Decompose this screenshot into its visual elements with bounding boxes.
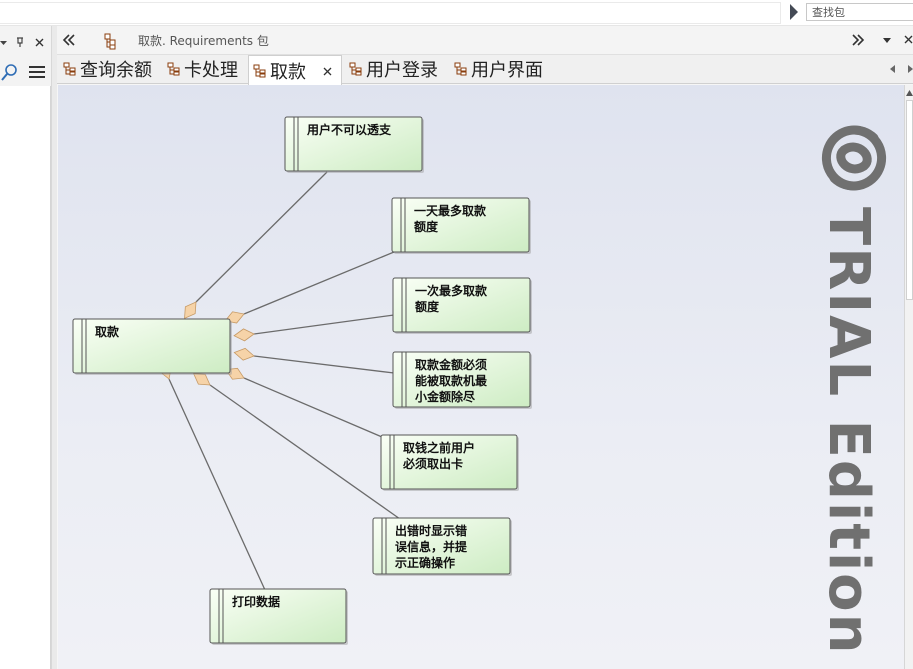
element-label-line: 取钱之前用户: [403, 440, 475, 455]
tab-scroll-left-icon[interactable]: [890, 65, 895, 73]
aggregation-diamond: [233, 347, 255, 361]
requirement-element-r5[interactable]: 取钱之前用户必须取出卡: [380, 434, 519, 491]
diagram-canvas[interactable]: 取款 用户不可以透支 一天最多取款 额度 一次最多取款 额度 取款金额必须 能被取款机最 小金额…: [58, 85, 904, 669]
requirements-diagram-icon: [253, 64, 266, 77]
aggregation-connector[interactable]: [253, 355, 395, 374]
left-panel-tools: [0, 60, 51, 86]
aggregation-connector[interactable]: [209, 384, 401, 520]
element-label-line: 小金额除尽: [415, 389, 476, 404]
element-label-line: 必须取出卡: [402, 456, 463, 471]
element-label-line: 能被取款机最: [415, 373, 488, 388]
diagram-tab-bar: 查询余额 卡处理 取款 用户登录 用户界面: [57, 55, 913, 85]
aggregation-diamond: [192, 373, 211, 386]
requirements-diagram-icon: [349, 62, 362, 76]
trial-edition-watermark: TRIAL Edition: [816, 207, 881, 656]
tab-user-login[interactable]: 用户登录: [345, 55, 445, 83]
double-chevron-left-icon[interactable]: [62, 34, 75, 46]
double-chevron-right-icon[interactable]: [852, 34, 865, 46]
requirement-element-r4[interactable]: 取款金额必须能被取款机最小金额除尽: [392, 351, 532, 409]
scrollbar-thumb[interactable]: [906, 100, 913, 300]
trial-watermark: TRIAL Edition: [816, 125, 887, 656]
expand-arrow-icon[interactable]: [790, 4, 798, 20]
pin-icon[interactable]: [17, 37, 23, 47]
requirement-element-r2[interactable]: 一天最多取款额度: [391, 197, 531, 254]
tab-label: 用户登录: [366, 60, 438, 81]
dropdown-icon[interactable]: [883, 38, 891, 43]
element-label-line: 打印数据: [232, 594, 280, 609]
requirement-element-withdraw[interactable]: 取款: [72, 318, 232, 375]
path-bar: 取款. Requirements 包: [57, 26, 913, 55]
dropdown-icon[interactable]: [0, 41, 7, 45]
aggregation-connector[interactable]: [168, 378, 266, 591]
element-label-line: 一次最多取款: [415, 283, 488, 298]
package-search-input[interactable]: 查找包: [806, 3, 913, 21]
requirement-element-r1[interactable]: 用户不可以透支: [284, 116, 424, 173]
vertical-scrollbar[interactable]: [904, 85, 913, 669]
aggregation-connector[interactable]: [243, 251, 395, 315]
aggregation-connector[interactable]: [253, 314, 395, 335]
aggregation-connector[interactable]: [195, 171, 328, 303]
aggregation-connector[interactable]: [243, 377, 383, 438]
requirements-diagram-icon: [167, 62, 180, 76]
element-label-line: 取款金额必须: [415, 357, 487, 372]
element-label-line: 取款: [95, 324, 120, 339]
requirements-diagram: 取款用户不可以透支一天最多取款额度一次最多取款额度取款金额必须能被取款机最小金额…: [72, 116, 887, 656]
tab-card-processing[interactable]: 卡处理: [163, 55, 243, 83]
requirements-diagram-icon: [63, 62, 76, 76]
tab-scroll-right-icon[interactable]: [908, 65, 913, 73]
element-label-line: 一天最多取款: [414, 203, 487, 218]
requirement-element-r6[interactable]: 出错时显示错误信息，并提示正确操作: [372, 517, 512, 576]
element-label-line: 额度: [414, 219, 439, 234]
element-label-line: 额度: [415, 299, 440, 314]
element-label-line: 用户不可以透支: [306, 122, 392, 137]
top-input-field[interactable]: [0, 2, 781, 24]
requirement-element-r7[interactable]: 打印数据: [209, 588, 348, 645]
menu-icon[interactable]: [29, 66, 45, 78]
close-icon[interactable]: [322, 65, 334, 77]
path-label: 取款. Requirements 包: [138, 34, 269, 48]
trial-logo-icon: [821, 125, 887, 191]
aggregation-diamond: [233, 328, 255, 342]
close-icon[interactable]: [35, 38, 44, 47]
tab-label: 查询余额: [80, 60, 152, 81]
element-label-line: 出错时显示错: [395, 523, 467, 538]
tab-label: 用户界面: [471, 60, 543, 81]
element-label-line: 示正确操作: [394, 555, 455, 570]
left-panel-list: [0, 86, 51, 669]
requirements-diagram-icon: [454, 62, 467, 76]
tab-query-balance[interactable]: 查询余额: [59, 55, 157, 83]
aggregation-diamond: [184, 301, 197, 320]
element-label-line: 误信息，并提: [395, 539, 468, 554]
search-icon[interactable]: [1, 64, 17, 81]
left-panel-header: [0, 26, 51, 58]
tab-withdraw[interactable]: 取款: [248, 55, 342, 85]
tab-user-interface[interactable]: 用户界面: [450, 55, 550, 83]
package-diagram-icon: [104, 33, 116, 50]
close-icon[interactable]: [904, 35, 913, 44]
tab-label: 取款: [270, 61, 306, 83]
tab-label: 卡处理: [184, 60, 238, 81]
requirement-element-r3[interactable]: 一次最多取款额度: [392, 277, 532, 334]
